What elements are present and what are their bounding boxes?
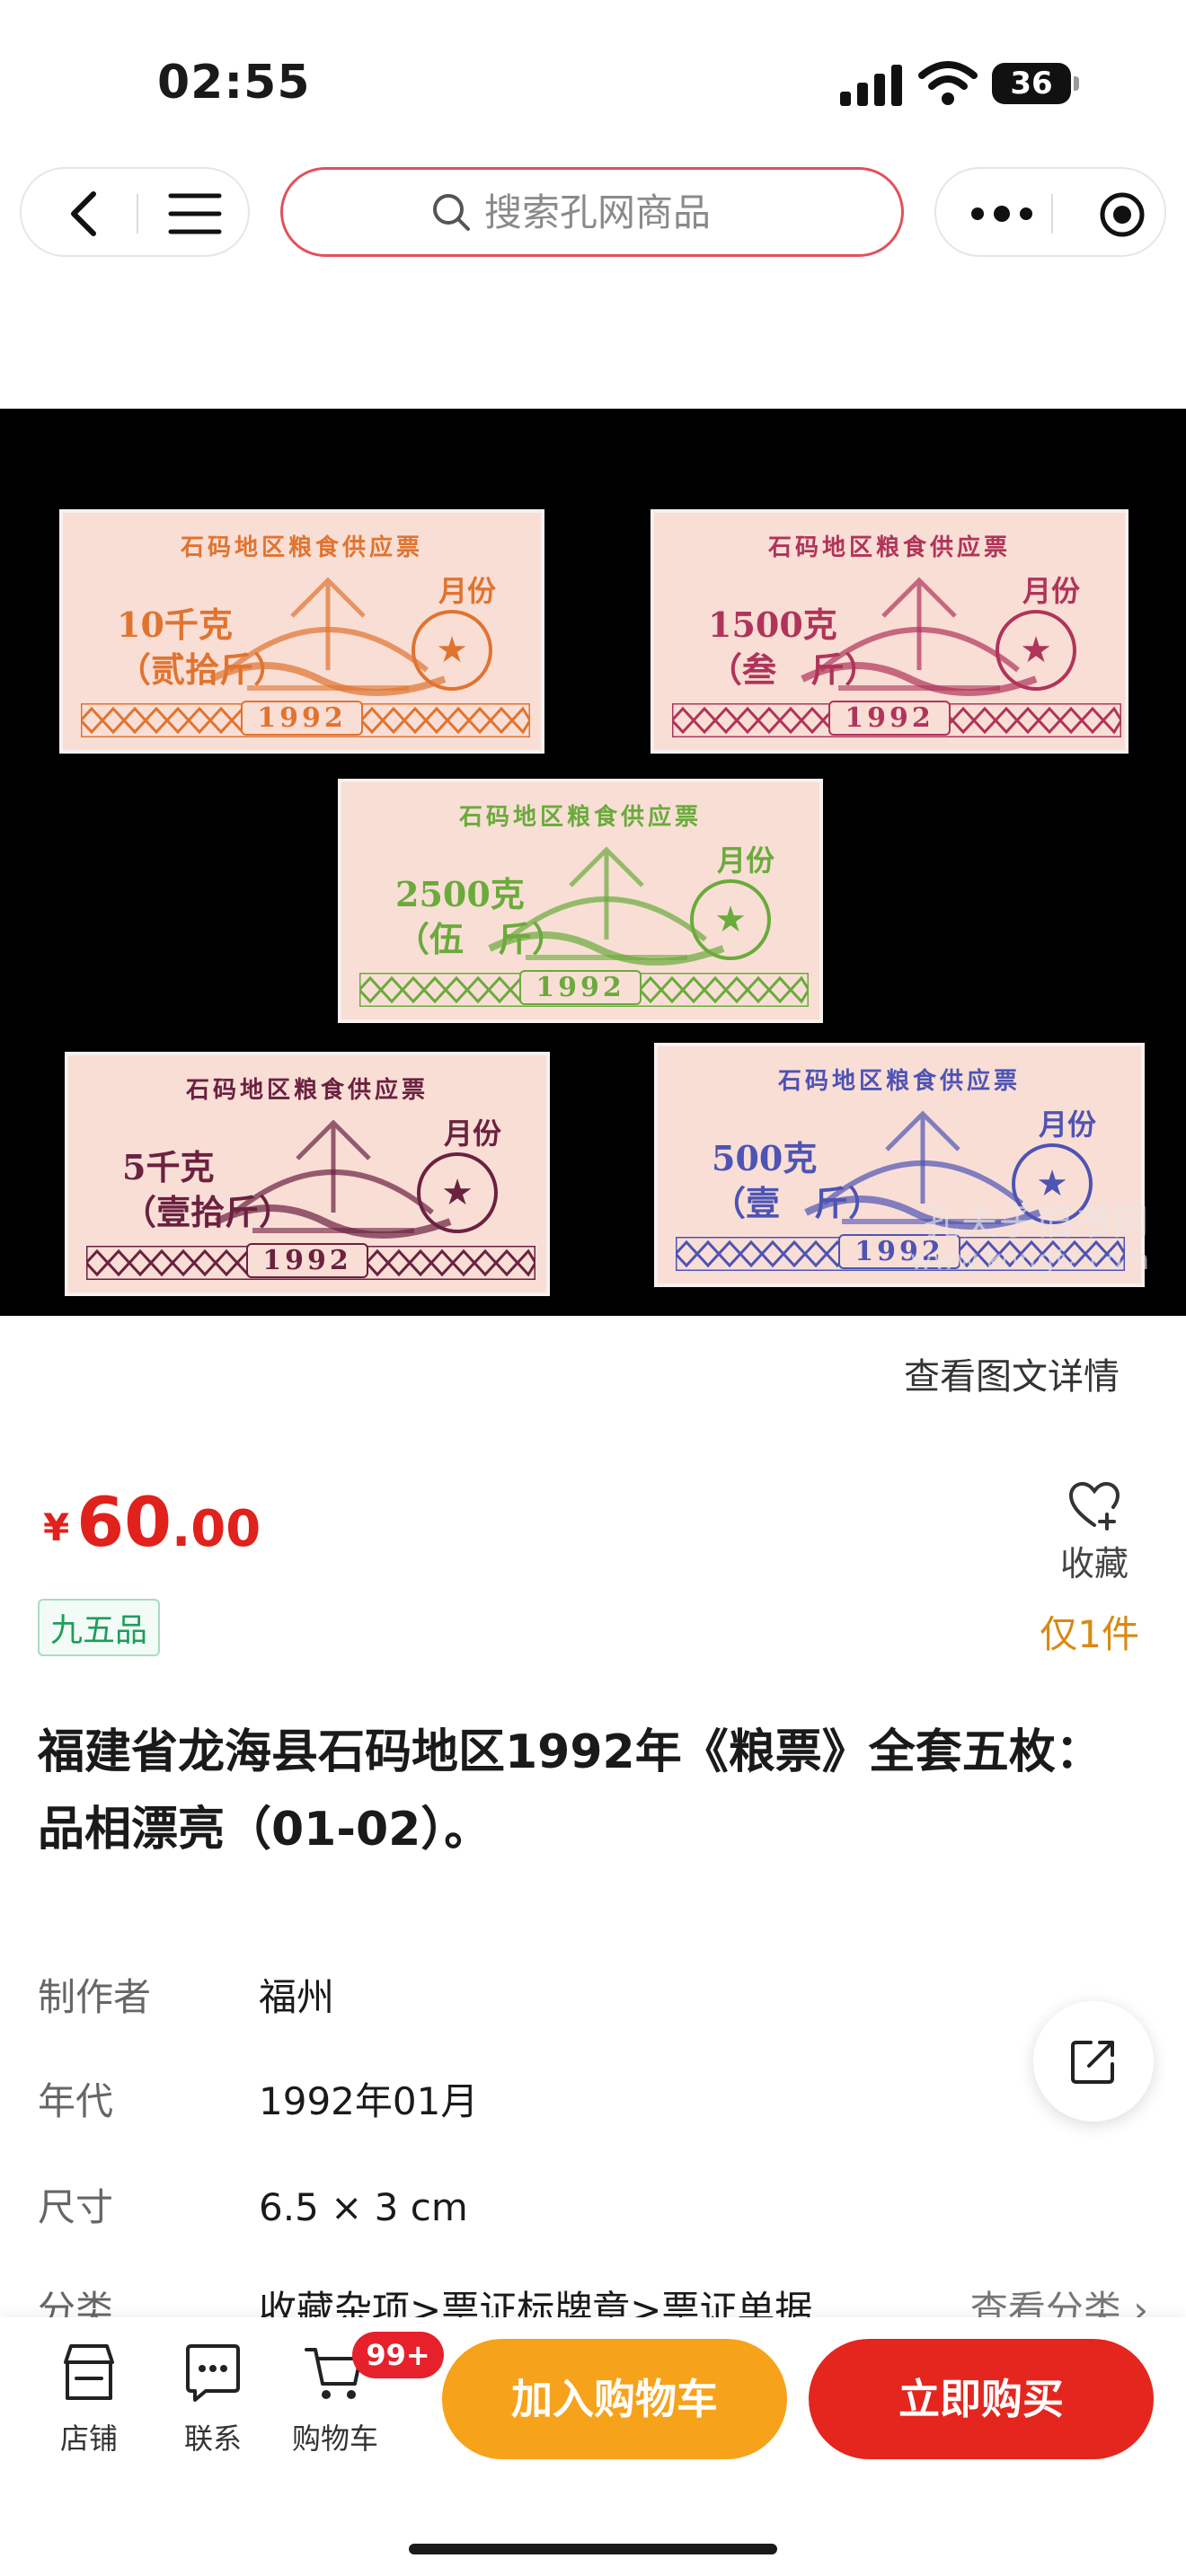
search-input[interactable] [484,190,754,234]
attr-row-maker: 制作者 福州 [38,1962,1148,2033]
ticket-title: 石码地区粮食供应票 [767,534,1011,561]
seal-stamp [412,610,492,691]
ticket-amount-jin: （叁 斤） [708,649,880,690]
ticket-year: 1992 [246,1243,368,1278]
close-target-icon[interactable] [1098,190,1146,239]
miniapp-capsule [934,167,1166,257]
attr-value: 1992年01月 [259,2079,479,2123]
attr-value: 福州 [259,1975,335,2019]
ticket-amount-jin: （伍 斤） [395,919,567,959]
ticket-year: 1992 [828,701,951,736]
ticket-amount: 500克 （壹 斤） [712,1136,882,1226]
ticket-amount: 5千克 （壹拾斤） [122,1145,293,1235]
ticket-year-wrap: 1992 [63,701,541,736]
nav-left-capsule [20,167,250,257]
ticket-year-wrap: 1992 [68,1243,546,1278]
store-label: 店铺 [59,2422,118,2456]
ticket-amount-jin: （壹 斤） [712,1183,883,1223]
menu-icon[interactable] [165,189,225,239]
share-button[interactable] [1033,2001,1154,2122]
search-bar[interactable] [280,167,904,257]
ticket-amount: 1500克 （叁 斤） [708,603,879,693]
attr-key: 年代 [38,2079,114,2123]
ticket-year: 1992 [241,701,363,736]
ticket-month: 月份 [438,574,496,608]
ticket-title: 石码地区粮食供应票 [458,804,702,831]
product-title: 福建省龙海县石码地区1992年《粮票》全套五枚：品相漂亮（01-02）。 [38,1725,1102,1857]
grain-ticket: 石码地区粮食供应票 月份 2500克 （伍 斤） 1992 [338,779,823,1023]
attr-key: 尺寸 [38,2185,114,2229]
price-decimal: .00 [172,1500,261,1558]
seal-stamp [417,1152,498,1233]
contact-label: 联系 [183,2422,242,2456]
condition-badge: 九五品 [38,1599,161,1656]
price-currency: ¥ [43,1505,70,1549]
store-tab[interactable]: 店铺 [40,2339,138,2457]
ticket-month: 月份 [1022,574,1080,608]
chat-icon [186,2344,240,2402]
ticket-title: 石码地区粮食供应票 [180,534,423,561]
grain-ticket: 石码地区粮食供应票 月份 1500克 （叁 斤） 1992 [651,509,1128,754]
contact-tab[interactable]: 联系 [164,2339,262,2457]
ticket-amount-jin: （贰拾斤） [117,649,288,690]
ticket-amount-weight: 2500克 [395,874,525,914]
more-dots-icon[interactable] [967,194,1037,234]
ticket-month: 月份 [1038,1107,1096,1142]
price: ¥60.00 [43,1482,261,1562]
watermark: 孔夫子旧书网 www.kongfz.com [910,1193,1150,1276]
add-to-cart-button[interactable]: 加入购物车 [442,2339,787,2459]
cart-badge: 99+ [352,2332,444,2378]
ticket-amount-weight: 500克 [712,1138,818,1178]
ticket-amount-weight: 5千克 [122,1147,215,1187]
ticket-year: 1992 [519,970,642,1005]
share-icon [1071,2041,1114,2084]
divider [1051,194,1053,234]
search-icon [433,194,470,231]
cart-label: 购物车 [291,2422,378,2456]
ticket-title: 石码地区粮食供应票 [185,1077,429,1104]
buy-now-button[interactable]: 立即购买 [809,2339,1154,2459]
seal-stamp [690,879,771,960]
store-icon [64,2344,114,2400]
watermark-text: 孔夫子旧书网 [924,1202,1150,1243]
view-detail-link[interactable]: 查看图文详情 [904,1347,1120,1399]
ticket-month: 月份 [443,1116,501,1151]
divider [137,194,138,234]
favorite-button[interactable]: 收藏 [1049,1480,1139,1585]
cellular-signal-icon [840,65,903,106]
stock-count: 仅1件 [1040,1612,1139,1656]
grain-ticket: 石码地区粮食供应票 月份 10千克 （贰拾斤） 1992 [59,509,544,754]
battery-icon: 36 [992,63,1079,104]
heart-plus-icon [1068,1481,1120,1531]
attr-row-era: 年代 1992年01月 [38,2066,1148,2138]
status-bar: 02:55 36 [0,0,1186,171]
back-arrow-icon[interactable] [58,187,111,241]
attr-key: 制作者 [38,1975,152,2019]
ticket-title: 石码地区粮食供应票 [777,1068,1021,1095]
ticket-year-wrap: 1992 [341,970,819,1005]
product-image[interactable]: 石码地区粮食供应票 月份 10千克 （贰拾斤） 1992 石码地区粮食供应票 [0,409,1186,1316]
grain-ticket: 石码地区粮食供应票 月份 5千克 （壹拾斤） 1992 [65,1052,550,1296]
ticket-amount-weight: 1500克 [708,604,837,645]
ticket-amount: 2500克 （伍 斤） [395,872,566,962]
favorite-label: 收藏 [1059,1544,1128,1584]
ticket-amount: 10千克 （贰拾斤） [117,603,288,693]
home-indicator[interactable] [409,2544,777,2554]
attr-value: 6.5 × 3 cm [259,2185,468,2229]
ticket-year-wrap: 1992 [654,701,1125,736]
wifi-icon [918,61,978,105]
status-time: 02:55 [157,56,311,110]
price-integer: 60 [76,1482,172,1562]
ticket-amount-weight: 10千克 [117,604,233,645]
ticket-amount-jin: （壹拾斤） [122,1192,294,1232]
ticket-month: 月份 [716,843,774,878]
seal-stamp [996,610,1076,691]
attr-row-size: 尺寸 6.5 × 3 cm [38,2172,1148,2244]
watermark-url: www.kongfz.com [909,1245,1150,1276]
